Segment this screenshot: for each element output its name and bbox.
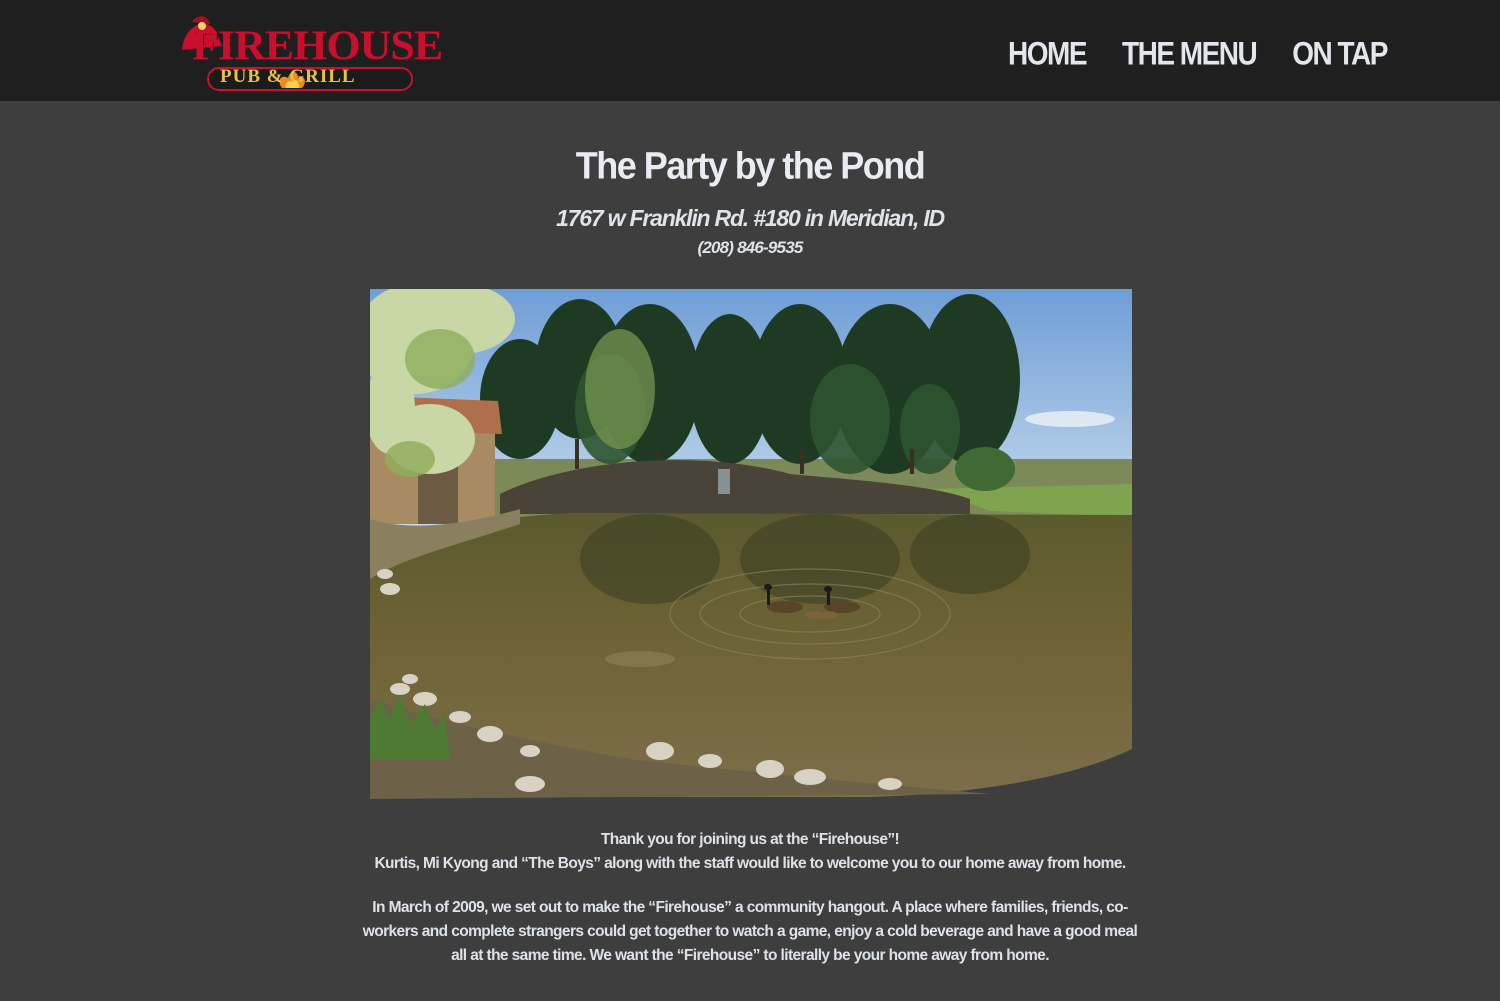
phone-number[interactable]: (208) 846-9535 xyxy=(0,238,1500,258)
nav-the-menu[interactable]: THE MENU xyxy=(1122,36,1258,73)
firehouse-logo[interactable]: FIREHOUSE PUB & GRILL xyxy=(178,10,450,92)
nav-home[interactable]: HOME xyxy=(1008,36,1088,73)
site-header: FIREHOUSE PUB & GRILL HOME THE MENU ON T… xyxy=(0,0,1500,101)
welcome-text: Thank you for joining us at the “Firehou… xyxy=(360,828,1140,968)
logo-name: FIREHOUSE xyxy=(192,22,443,69)
welcome-line-1: Thank you for joining us at the “Firehou… xyxy=(600,831,900,848)
pond-with-geese-photo xyxy=(370,289,1132,799)
address: 1767 w Franklin Rd. #180 in Meridian, ID xyxy=(556,205,945,231)
nav-on-tap[interactable]: ON TAP xyxy=(1292,36,1388,73)
main-content: The Party by the Pond 1767 w Franklin Rd… xyxy=(0,101,1500,1001)
history-paragraph: In March of 2009, we set out to make the… xyxy=(362,899,1138,964)
page-title: The Party by the Pond xyxy=(575,143,926,187)
logo-subtitle: PUB & GRILL xyxy=(220,66,356,87)
main-nav: HOME THE MENU ON TAP xyxy=(1008,36,1388,73)
welcome-line-2: Kurtis, Mi Kyong and “The Boys” along wi… xyxy=(374,855,1126,872)
